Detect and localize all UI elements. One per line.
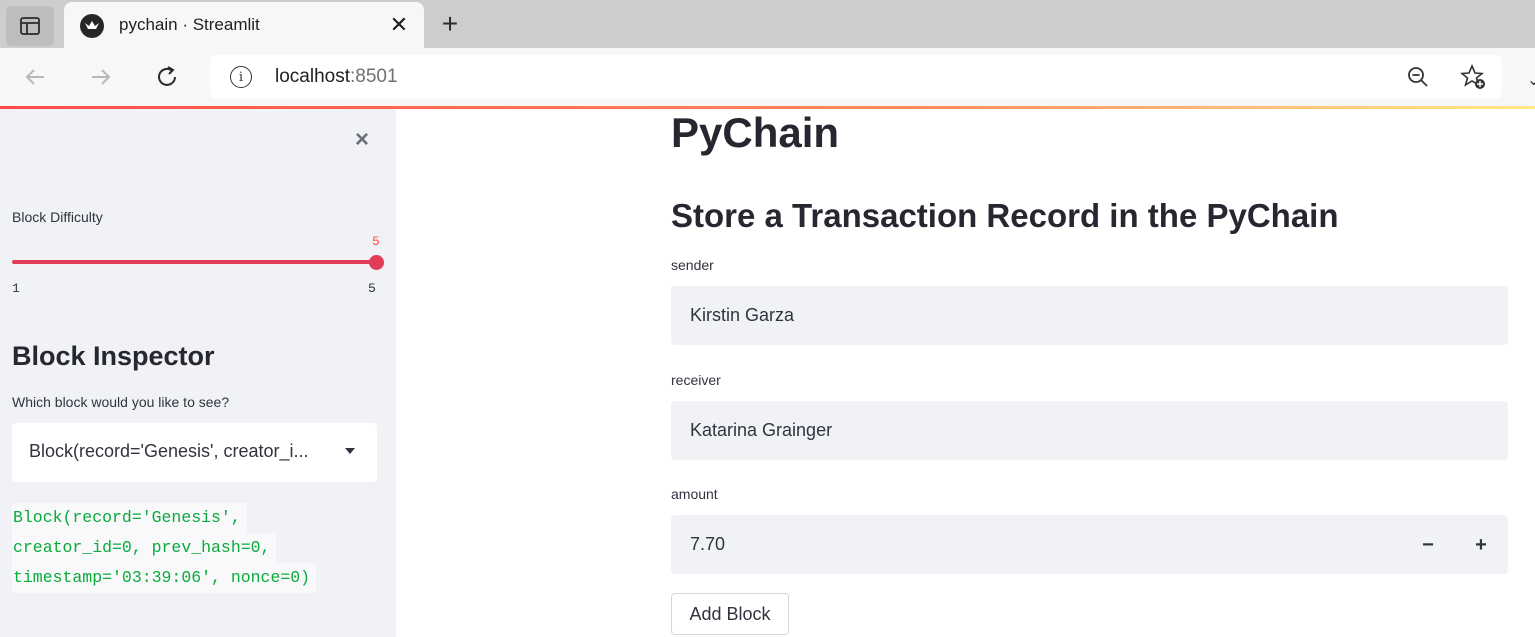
- close-tab-icon[interactable]: ✕: [386, 12, 412, 38]
- new-tab-icon[interactable]: +: [434, 8, 466, 40]
- streamlit-favicon-icon: [80, 14, 104, 38]
- slider-fill: [12, 260, 377, 264]
- tab-actions-icon: [20, 17, 40, 35]
- back-arrow-icon[interactable]: [18, 60, 52, 94]
- sender-input[interactable]: [671, 286, 1508, 345]
- add-favorite-icon[interactable]: [1460, 64, 1486, 90]
- add-block-button[interactable]: Add Block: [671, 593, 789, 635]
- amount-input[interactable]: [671, 515, 1508, 574]
- code-line: creator_id=0, prev_hash=0,: [12, 533, 277, 563]
- block-select[interactable]: Block(record='Genesis', creator_i...: [12, 423, 377, 482]
- zoom-out-icon[interactable]: [1406, 65, 1430, 89]
- site-info-icon[interactable]: i: [230, 66, 252, 88]
- slider-track[interactable]: [12, 260, 377, 264]
- slider-current-value: 5: [372, 234, 380, 249]
- tab-actions-button[interactable]: [6, 6, 54, 46]
- url-port: :8501: [350, 66, 398, 87]
- slider-label: Block Difficulty: [12, 209, 103, 225]
- block-code-output: Block(record='Genesis', creator_id=0, pr…: [12, 503, 317, 593]
- receiver-input[interactable]: [671, 401, 1508, 460]
- sender-label: sender: [671, 257, 714, 273]
- code-line: Block(record='Genesis',: [12, 503, 247, 533]
- receiver-label: receiver: [671, 372, 721, 388]
- chevron-down-icon[interactable]: ⌄: [1527, 70, 1535, 90]
- sidebar: × Block Difficulty 5 1 5 Block Inspector…: [0, 109, 396, 637]
- forward-arrow-icon[interactable]: [84, 60, 118, 94]
- browser-toolbar: i localhost:8501: [0, 48, 1535, 106]
- address-bar[interactable]: i localhost:8501: [210, 55, 1502, 99]
- amount-label: amount: [671, 486, 718, 502]
- reload-icon[interactable]: [150, 60, 184, 94]
- close-sidebar-icon[interactable]: ×: [350, 126, 374, 153]
- main-content: PyChain Store a Transaction Record in th…: [396, 109, 1535, 637]
- tab-title: pychain · Streamlit: [119, 15, 260, 34]
- slider-min-label: 1: [12, 281, 20, 296]
- slider-max-label: 5: [368, 281, 376, 296]
- block-select-value: Block(record='Genesis', creator_i...: [29, 441, 309, 461]
- dropdown-arrow-icon: [345, 448, 355, 454]
- browser-tab[interactable]: pychain · Streamlit ✕: [64, 2, 424, 48]
- url-host: localhost: [275, 66, 350, 87]
- code-line: timestamp='03:39:06', nonce=0): [12, 563, 317, 593]
- url-text: localhost:8501: [275, 66, 398, 88]
- page-subtitle: Store a Transaction Record in the PyChai…: [671, 197, 1339, 234]
- browser-tab-bar: pychain · Streamlit ✕ +: [0, 0, 1535, 48]
- decrement-button[interactable]: −: [1416, 533, 1440, 557]
- block-select-label: Which block would you like to see?: [12, 394, 230, 410]
- block-inspector-heading: Block Inspector: [12, 341, 215, 371]
- slider-thumb[interactable]: [369, 255, 384, 270]
- page-title: PyChain: [671, 109, 840, 156]
- increment-button[interactable]: +: [1469, 533, 1493, 557]
